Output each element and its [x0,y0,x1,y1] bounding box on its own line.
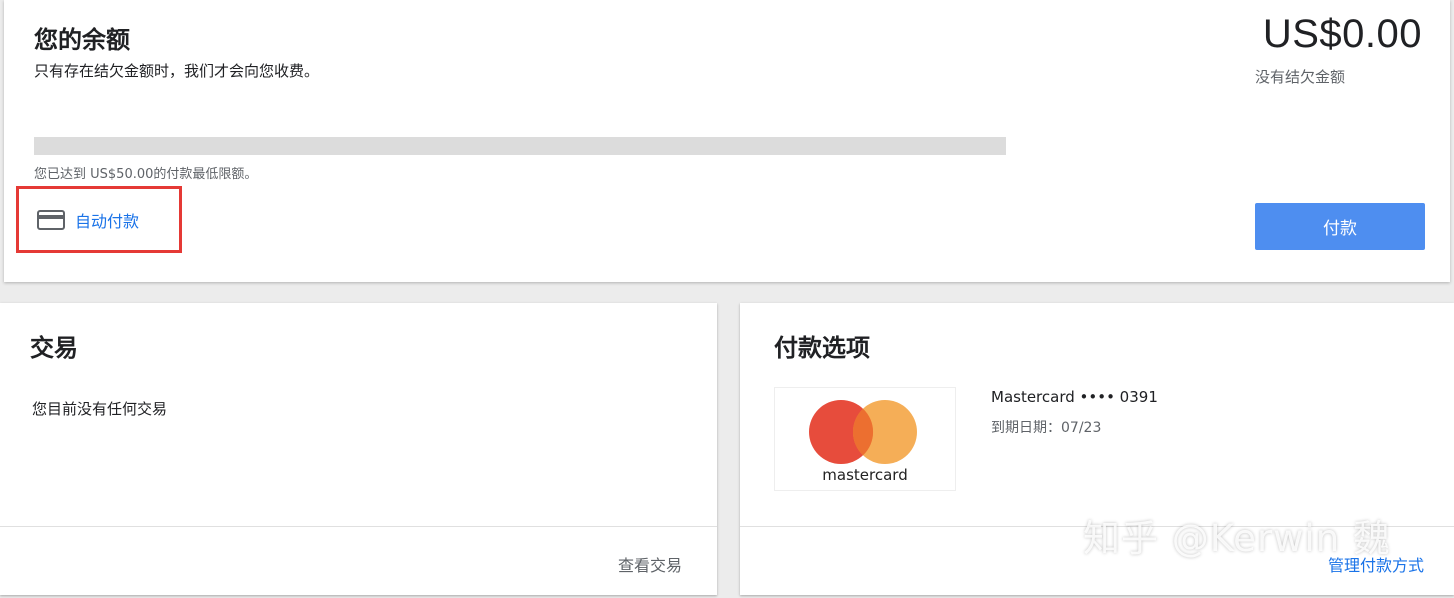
balance-card: 您的余额 只有存在结欠金额时，我们才会向您收费。 US$0.00 没有结欠金额 … [4,0,1450,282]
transactions-title: 交易 [30,334,78,362]
balance-subtitle: 只有存在结欠金额时，我们才会向您收费。 [34,62,320,80]
transactions-card: 交易 您目前没有任何交易 查看交易 [0,303,717,595]
transactions-footer: 查看交易 [0,526,717,596]
balance-title: 您的余额 [34,26,130,54]
transactions-empty-text: 您目前没有任何交易 [32,400,168,418]
card-name: Mastercard •••• 0391 [991,388,1158,406]
credit-card-icon [37,209,65,230]
payment-options-title: 付款选项 [774,334,870,362]
balance-amount: US$0.00 [1262,12,1422,56]
balance-amount-caption: 没有结欠金额 [1255,68,1346,86]
threshold-text: 您已达到 US$50.00的付款最低限额。 [34,167,258,182]
auto-pay-label: 自动付款 [75,211,140,231]
auto-pay-link[interactable]: 自动付款 [16,186,182,253]
payment-threshold-progress [34,137,1006,155]
card-expiry: 到期日期：07/23 [991,420,1102,436]
mastercard-logo: mastercard [774,387,956,491]
pay-button[interactable]: 付款 [1255,203,1425,250]
svg-text:mastercard: mastercard [822,466,907,484]
view-transactions-link[interactable]: 查看交易 [618,552,682,576]
watermark: 知乎 @Kerwin 魏 [1083,517,1391,560]
